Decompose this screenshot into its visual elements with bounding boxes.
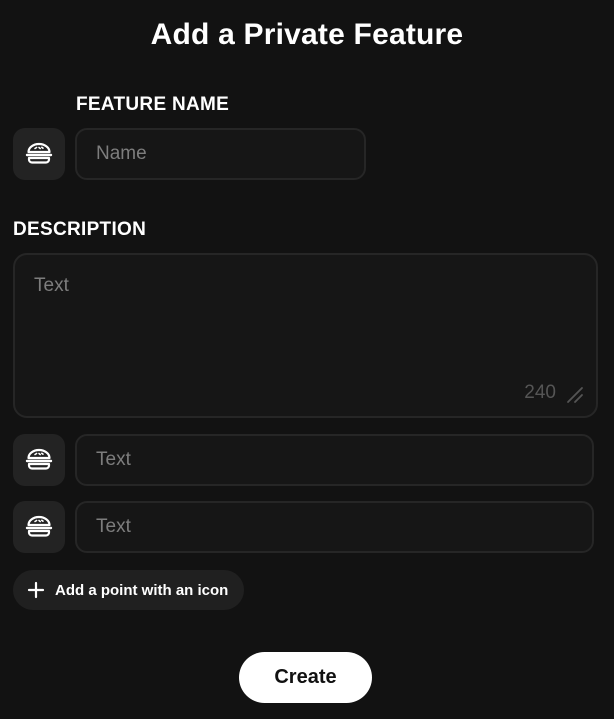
dialog-title: Add a Private Feature xyxy=(150,18,464,51)
create-button[interactable]: Create xyxy=(239,652,372,703)
add-private-feature-dialog: Add a Private Feature FEATURE NAME DESCR… xyxy=(0,0,614,719)
point-1-icon-picker[interactable] xyxy=(13,434,65,486)
burger-icon xyxy=(25,515,53,537)
feature-name-label: FEATURE NAME xyxy=(76,94,230,115)
point-1-field[interactable] xyxy=(75,434,594,486)
character-counter: 240 xyxy=(524,382,556,403)
point-2-input[interactable] xyxy=(96,516,573,538)
add-point-label: Add a point with an icon xyxy=(55,581,229,599)
description-field[interactable]: 240 xyxy=(13,253,598,418)
add-point-button[interactable]: Add a point with an icon xyxy=(13,570,245,610)
burger-icon xyxy=(25,448,53,470)
description-textarea[interactable] xyxy=(15,255,596,416)
resize-handle-icon[interactable] xyxy=(564,384,584,404)
description-label: DESCRIPTION xyxy=(13,219,147,240)
burger-icon xyxy=(25,142,53,164)
point-2-field[interactable] xyxy=(75,501,594,553)
feature-name-field[interactable] xyxy=(75,128,366,180)
point-2-icon-picker[interactable] xyxy=(13,501,65,553)
feature-icon-picker[interactable] xyxy=(13,128,65,180)
plus-icon xyxy=(27,581,45,599)
point-1-input[interactable] xyxy=(96,449,573,471)
feature-name-input[interactable] xyxy=(96,143,345,165)
